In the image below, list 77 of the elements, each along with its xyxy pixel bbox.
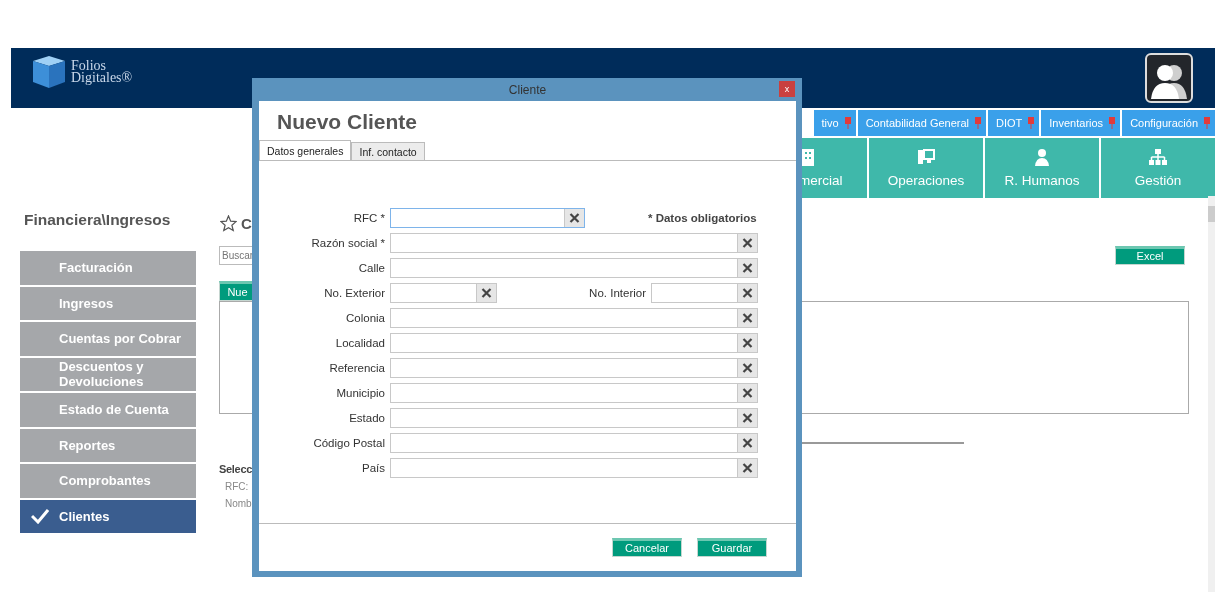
clear-icon[interactable] [737, 434, 757, 452]
text-field[interactable] [390, 358, 758, 378]
sidebar-item[interactable]: Descuentos y Devoluciones [20, 357, 196, 391]
dialog-button[interactable]: Guardar [697, 538, 767, 557]
module-tab[interactable]: tivo [813, 110, 856, 136]
text-field[interactable] [390, 458, 758, 478]
clear-icon[interactable] [737, 259, 757, 277]
sidebar-item[interactable]: Facturación [20, 251, 196, 285]
sidebar-item[interactable]: Ingresos [20, 286, 196, 320]
clear-icon[interactable] [737, 384, 757, 402]
text-field[interactable] [390, 233, 758, 253]
module-tab[interactable]: Inventarios [1041, 110, 1121, 136]
dialog-button[interactable]: Cancelar [612, 538, 682, 557]
text-field[interactable] [390, 258, 758, 278]
text-field[interactable] [390, 283, 497, 303]
field-label: Nomb [225, 498, 252, 509]
section-title: C [241, 215, 252, 232]
star-icon[interactable] [220, 215, 237, 232]
sidebar-item[interactable]: Comprobantes [20, 464, 196, 498]
area-tile[interactable]: Gestión [1101, 138, 1215, 198]
clear-icon[interactable] [564, 209, 584, 227]
area-tile[interactable]: Operaciones [869, 138, 983, 198]
module-tab[interactable]: Contabilidad General [857, 110, 987, 136]
text-field[interactable] [390, 408, 758, 428]
field-label: Código Postal [312, 437, 386, 449]
cube-logo-icon [31, 54, 67, 90]
clear-icon[interactable] [737, 409, 757, 427]
field-label: RFC: [225, 481, 249, 492]
sidebar-item[interactable]: Reportes [20, 428, 196, 462]
module-tab[interactable]: Configuración [1122, 110, 1215, 136]
text-field[interactable] [390, 383, 758, 403]
clear-icon[interactable] [476, 284, 496, 302]
logo-text: Digitales® [71, 72, 133, 84]
sidebar-item[interactable]: Estado de Cuenta [20, 393, 196, 427]
section-heading: Selecc [219, 463, 253, 475]
tab[interactable]: Datos generales [259, 140, 352, 160]
field-label: País [361, 462, 386, 474]
clear-icon[interactable] [737, 284, 757, 302]
field-label: Estado [348, 412, 386, 424]
field-label: Razón social * [310, 237, 386, 249]
field-label: Localidad [334, 337, 386, 349]
module-tab[interactable]: DIOT [988, 110, 1040, 136]
tab[interactable]: Inf. contacto [351, 142, 425, 160]
field-label: No. Exterior [323, 287, 386, 299]
text-field[interactable] [651, 283, 758, 303]
required-note: * Datos obligatorios [648, 212, 757, 224]
field-label: Municipio [335, 387, 386, 399]
text-field[interactable] [390, 433, 758, 453]
clear-icon[interactable] [737, 234, 757, 252]
field-label: Colonia [345, 312, 386, 324]
clear-icon[interactable] [737, 334, 757, 352]
user-avatar-icon[interactable] [1145, 53, 1193, 103]
text-field[interactable] [390, 333, 758, 353]
excel-button[interactable]: Excel [1115, 246, 1185, 265]
page-title: Financiera\Ingresos [24, 211, 172, 229]
logo-text: Folios [71, 60, 106, 72]
clear-icon[interactable] [737, 459, 757, 477]
field-label: No. Interior [588, 287, 647, 299]
building-icon [799, 148, 817, 166]
sidebar-item[interactable]: Clientes [20, 499, 196, 533]
sidebar-item[interactable]: Cuentas por Cobrar [20, 322, 196, 356]
hierarchy-icon [1149, 148, 1167, 166]
scrollbar[interactable] [1208, 196, 1215, 592]
field-label: RFC * [352, 212, 386, 224]
dialog-title: Cliente [508, 82, 547, 97]
dialog-heading: Nuevo Cliente [277, 110, 419, 135]
area-tile[interactable]: R. Humanos [985, 138, 1099, 198]
check-icon [30, 508, 49, 525]
field-label: Referencia [328, 362, 386, 374]
person-icon [1033, 148, 1051, 166]
clear-icon[interactable] [737, 359, 757, 377]
clear-icon[interactable] [737, 309, 757, 327]
field-label: Calle [357, 262, 386, 274]
text-field[interactable] [390, 308, 758, 328]
text-field[interactable] [390, 208, 585, 228]
computer-icon [917, 148, 935, 166]
close-button[interactable]: x [779, 81, 795, 97]
